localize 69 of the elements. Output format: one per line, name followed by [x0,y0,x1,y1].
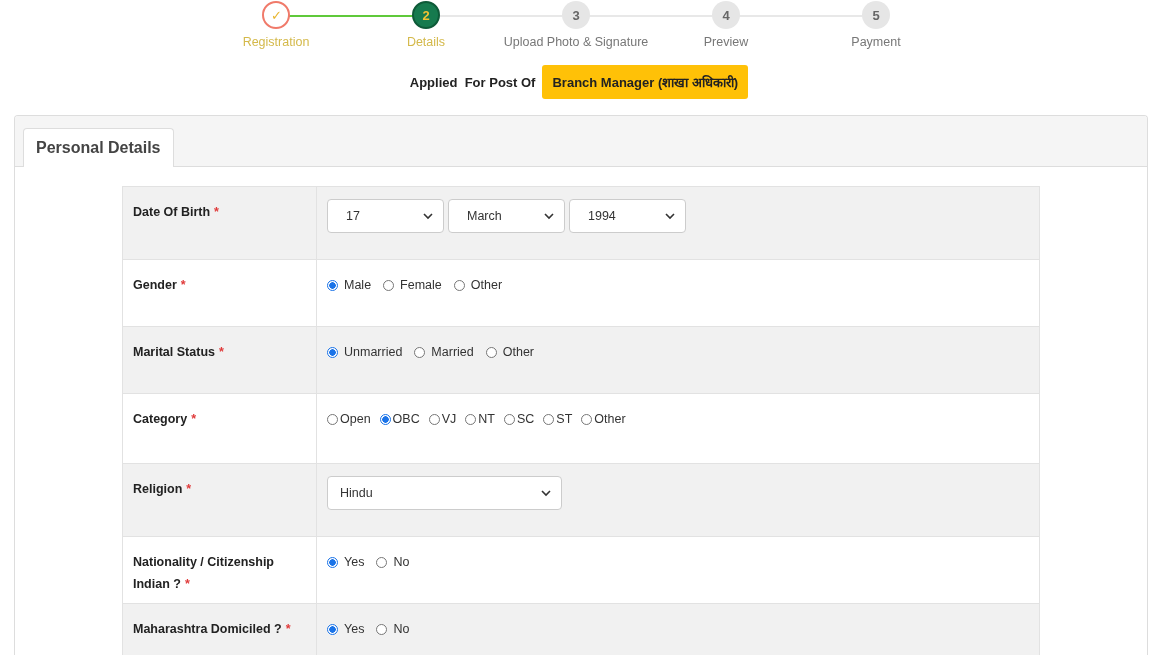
required-asterisk: * [285,622,291,636]
field-label: Nationality / Citizenship Indian ? * [133,555,274,591]
radio-option[interactable]: Female [383,278,442,292]
field-label: Marital Status * [133,345,224,359]
radio-button[interactable] [581,413,593,425]
step-label: Payment [851,35,901,49]
select-field[interactable]: Hindu [327,476,562,510]
personal-details-tab[interactable]: Personal Details [23,128,174,167]
step-circle: 3 [562,1,590,29]
radio-button[interactable] [376,623,388,635]
radio-button[interactable] [383,279,395,291]
radio-button[interactable] [327,279,338,291]
field-label: Gender * [133,278,186,292]
field-label: Religion * [133,482,192,496]
radio-button[interactable] [379,413,391,425]
radio-button[interactable] [327,413,338,425]
radio-option[interactable]: SC [503,412,535,426]
step-label: Upload Photo & Signature [503,35,649,49]
radio-button[interactable] [327,623,338,635]
radio-option[interactable]: No [376,622,410,636]
radio-option[interactable]: Other [453,278,503,292]
radio-button[interactable] [465,413,477,425]
required-asterisk: * [218,345,224,359]
step-circle: 4 [712,1,740,29]
select-field[interactable]: 1994 [569,199,686,233]
select-field[interactable]: 17 [327,199,444,233]
step-label: Details [406,35,446,49]
step-circle: ✓ [262,1,290,29]
radio-button[interactable] [453,279,465,291]
field-label: Category * [133,412,197,426]
step-label: Registration [242,35,310,49]
step-circle: 2 [412,1,440,29]
radio-option[interactable]: NT [465,412,495,426]
chevron-down-icon [541,489,551,497]
step-circle: 5 [862,1,890,29]
radio-button[interactable] [376,556,388,568]
radio-option[interactable]: ST [543,412,573,426]
radio-option[interactable]: Open [327,412,371,426]
required-asterisk: * [184,577,190,591]
field-label: Maharashtra Domiciled ? * [133,622,291,636]
required-asterisk: * [186,482,192,496]
required-asterisk: * [180,278,186,292]
radio-option[interactable]: Yes [327,555,365,569]
chevron-down-icon [665,212,675,220]
select-field[interactable]: March [448,199,565,233]
radio-option[interactable]: OBC [379,412,420,426]
radio-button[interactable] [543,413,555,425]
radio-option[interactable]: Male [327,278,372,292]
radio-option[interactable]: Married [414,345,474,359]
radio-option[interactable]: Yes [327,622,365,636]
chevron-down-icon [423,212,433,220]
radio-button[interactable] [485,346,497,358]
post-badge: Branch Manager (शाखा अधिकारी) [542,65,749,99]
radio-option[interactable]: Unmarried [327,345,403,359]
radio-option[interactable]: No [376,555,410,569]
required-asterisk: * [214,205,219,219]
field-label: Date Of Birth * [133,205,219,219]
chevron-down-icon [544,212,554,220]
radio-button[interactable] [414,346,426,358]
radio-option[interactable]: Other [581,412,626,426]
radio-option[interactable]: Other [485,345,534,359]
radio-button[interactable] [503,413,515,425]
radio-option[interactable]: VJ [428,412,457,426]
applied-post-label: Applied For Post Of [409,74,536,90]
radio-button[interactable] [428,413,440,425]
radio-button[interactable] [327,556,338,568]
step-label: Preview [703,35,749,49]
radio-button[interactable] [327,346,338,358]
required-asterisk: * [191,412,197,426]
